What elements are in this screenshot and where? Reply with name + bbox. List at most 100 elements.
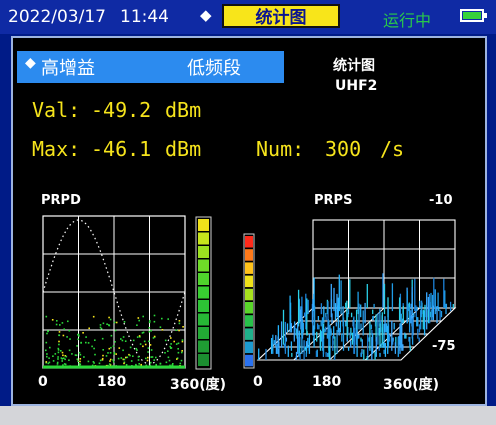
prpd-point [110, 334, 113, 337]
mode-tab[interactable]: 统计图 [222, 4, 340, 28]
prpd-x-tick-360: 360(度) [170, 377, 227, 393]
prpd-point [129, 354, 131, 357]
prpd-point [109, 318, 112, 321]
prpd-point [177, 351, 180, 354]
prpd-point [91, 345, 93, 348]
prpd-point [167, 350, 169, 352]
prpd-point [48, 361, 51, 364]
prpd-point [58, 334, 61, 337]
prpd-point [136, 324, 138, 326]
prpd-point [176, 358, 178, 360]
prpd-point [92, 315, 95, 318]
prpd-point [108, 347, 111, 350]
prps-top-value: -10 [429, 193, 453, 208]
prpd-point [108, 324, 111, 327]
prpd-point [143, 340, 146, 343]
prpd-point [170, 343, 172, 345]
prpd-point [148, 330, 151, 333]
prpd-point [45, 349, 47, 352]
prpd-point [146, 359, 149, 362]
gain-band-selector[interactable]: ◆ 高增益 低频段 [17, 51, 284, 83]
prpd-point [180, 359, 183, 362]
max-value: -46.1 [91, 137, 152, 161]
prpd-point [135, 347, 138, 350]
prps-x-tick-0: 0 [253, 374, 263, 390]
prpd-colorbar-segment [198, 232, 209, 245]
prpd-colorbar-segment [198, 286, 209, 299]
prpd-point [68, 349, 71, 352]
prpd-point [181, 340, 184, 343]
prpd-point [122, 336, 125, 338]
val-value: -49.2 [91, 98, 152, 122]
val-label: Val: [32, 98, 81, 122]
prpd-point [150, 349, 153, 351]
prpd-point [64, 358, 66, 361]
prpd-point [181, 351, 183, 354]
prpd-point [177, 348, 179, 350]
prpd-point [115, 353, 117, 355]
prpd-point [99, 359, 102, 362]
prpd-point [65, 355, 68, 358]
prpd-point [114, 341, 116, 343]
prpd-point [79, 358, 82, 360]
prpd-point [77, 338, 79, 341]
prpd-point [147, 347, 150, 349]
prpd-point [167, 356, 170, 359]
prps-colorbar-segment [245, 315, 253, 327]
prpd-point [51, 319, 54, 321]
prpd-point [159, 326, 162, 328]
prpd-point [99, 324, 102, 326]
prpd-point [108, 316, 110, 319]
prpd-point [45, 315, 48, 318]
band-label[interactable]: 低频段 [187, 54, 241, 80]
prpd-point [112, 359, 114, 361]
gain-label[interactable]: 高增益 [41, 54, 95, 80]
prpd-point [57, 356, 59, 358]
prpd-point [152, 337, 155, 339]
prpd-point [129, 346, 132, 349]
prpd-point [79, 353, 82, 356]
prpd-point [57, 351, 60, 354]
run-status: 运行中 [383, 11, 432, 30]
prpd-point [137, 317, 140, 319]
prpd-point [144, 343, 147, 346]
prpd-point [66, 336, 68, 338]
prpd-point [138, 363, 140, 365]
prpd-point [161, 317, 163, 320]
prpd-point [148, 321, 151, 324]
prpd-point [57, 349, 60, 351]
prpd-point [173, 340, 175, 343]
prpd-point [177, 342, 180, 345]
prpd-point [155, 356, 157, 359]
prpd-point [46, 355, 48, 358]
prpd-point [76, 358, 79, 360]
max-label: Max: [32, 137, 81, 161]
prpd-point [147, 356, 149, 359]
prpd-point [164, 339, 167, 342]
prpd-point [132, 355, 134, 357]
prps-label: PRPS [314, 193, 353, 208]
prpd-point [153, 335, 156, 338]
prpd-point [68, 329, 71, 332]
max-unit: dBm [165, 137, 202, 161]
prpd-x-tick-0: 0 [38, 374, 48, 390]
main-screen: ◆ 高增益 低频段 统计图 UHF2 Val: -49.2 dBm Max: -… [11, 36, 487, 406]
prpd-point [181, 350, 183, 352]
prpd-point [83, 356, 85, 358]
prpd-point [106, 323, 108, 325]
prpd-point [123, 358, 126, 361]
prpd-point [112, 345, 115, 347]
prpd-point [137, 359, 140, 361]
prpd-colorbar-segment [198, 327, 209, 339]
sensor-name: UHF2 [335, 78, 378, 94]
prps-colorbar-segment [245, 328, 253, 340]
prpd-point [120, 338, 122, 340]
prpd-point [77, 360, 79, 363]
prpd-point [110, 346, 112, 349]
prps-plot [256, 219, 457, 361]
prpd-point [69, 338, 71, 340]
prpd-point [49, 346, 51, 349]
prpd-point [153, 314, 156, 317]
prpd-point [78, 351, 81, 354]
prpd-point [168, 359, 171, 362]
